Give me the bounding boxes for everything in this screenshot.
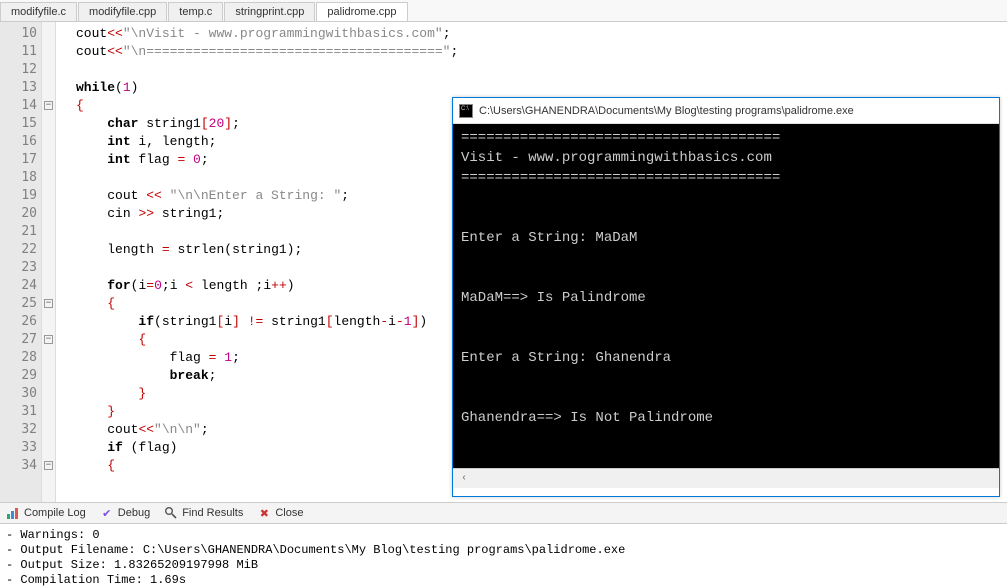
tab-debug[interactable]: ✔ Debug (100, 506, 150, 520)
tab-find-results[interactable]: Find Results (164, 506, 243, 520)
fold-toggle-icon[interactable]: − (44, 335, 53, 344)
check-icon: ✔ (100, 506, 114, 520)
fold-toggle-icon[interactable]: − (44, 101, 53, 110)
tab-temp-c[interactable]: temp.c (168, 2, 223, 21)
search-icon (164, 506, 178, 520)
tab-compile-log[interactable]: Compile Log (6, 506, 86, 520)
tab-modifyfile-c[interactable]: modifyfile.c (0, 2, 77, 21)
tab-modifyfile-cpp[interactable]: modifyfile.cpp (78, 2, 167, 21)
compile-output-panel[interactable]: - Warnings: 0 - Output Filename: C:\User… (0, 524, 1007, 588)
close-icon: ✖ (257, 506, 271, 520)
file-tabs: modifyfile.c modifyfile.cpp temp.c strin… (0, 0, 1007, 22)
console-titlebar[interactable]: C:\Users\GHANENDRA\Documents\My Blog\tes… (453, 98, 999, 124)
console-output[interactable]: ====================================== V… (453, 124, 999, 468)
console-title-text: C:\Users\GHANENDRA\Documents\My Blog\tes… (479, 105, 854, 117)
console-window[interactable]: C:\Users\GHANENDRA\Documents\My Blog\tes… (452, 97, 1000, 497)
tab-stringprint-cpp[interactable]: stringprint.cpp (224, 2, 315, 21)
fold-column: − − − − (42, 22, 56, 502)
bottom-tab-bar: Compile Log ✔ Debug Find Results ✖ Close (0, 502, 1007, 524)
console-icon (459, 104, 473, 118)
tab-close[interactable]: ✖ Close (257, 506, 303, 520)
fold-toggle-icon[interactable]: − (44, 461, 53, 470)
scroll-left-icon[interactable]: ‹ (457, 472, 471, 486)
bar-chart-icon (6, 506, 20, 520)
tab-palidrome-cpp[interactable]: palidrome.cpp (316, 2, 407, 21)
fold-toggle-icon[interactable]: − (44, 299, 53, 308)
console-scrollbar[interactable]: ‹ (453, 468, 999, 488)
line-number-gutter: 10 11 12 13 14 15 16 17 18 19 20 21 22 2… (0, 22, 42, 502)
